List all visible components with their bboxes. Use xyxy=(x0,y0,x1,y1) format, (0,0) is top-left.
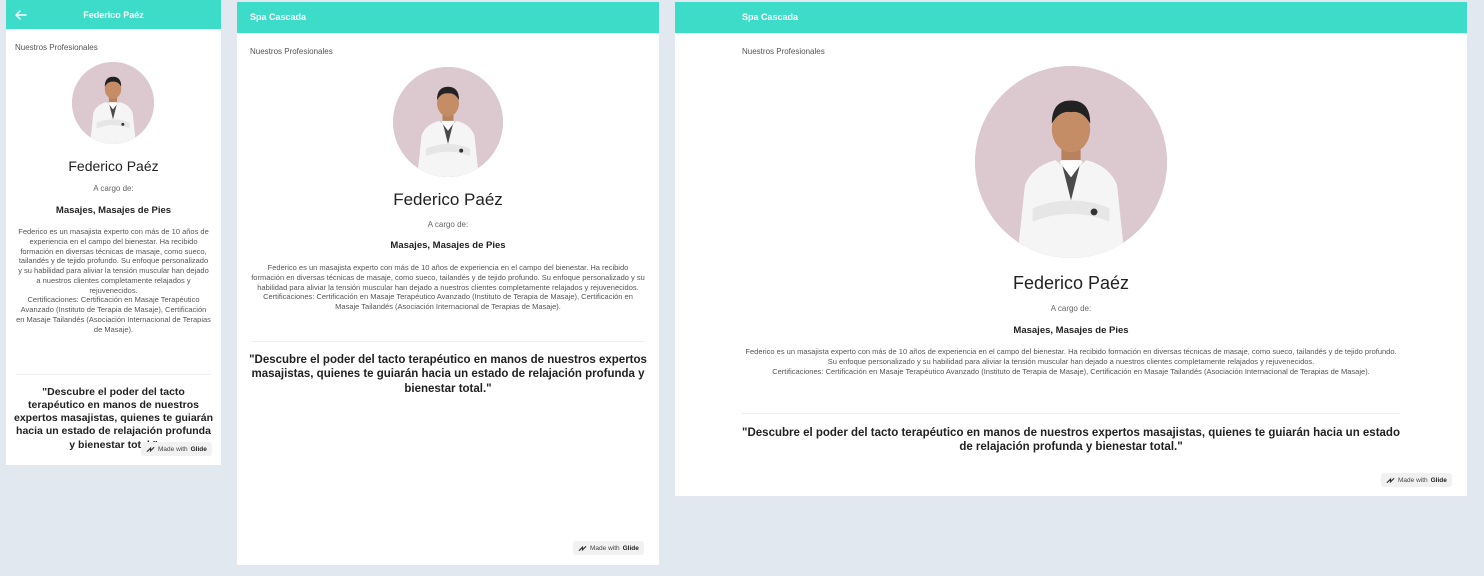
bio-text: Federico es un masajista experto con más… xyxy=(745,347,1397,366)
profile-bio: Federico es un masajista experto con más… xyxy=(251,263,645,312)
app-title[interactable]: Spa Cascada xyxy=(250,12,306,22)
badge-brand: Glide xyxy=(190,445,207,453)
profile-avatar[interactable] xyxy=(393,67,503,177)
glide-bolt-icon xyxy=(578,545,587,551)
badge-prefix: Made with xyxy=(1398,476,1428,484)
made-with-glide-badge[interactable]: Made with Glide xyxy=(141,442,212,456)
quote-text: "Descubre el poder del tacto terapéutico… xyxy=(249,354,647,395)
app-title[interactable]: Spa Cascada xyxy=(742,12,798,22)
divider xyxy=(742,413,1400,414)
profile-avatar[interactable] xyxy=(72,62,154,144)
professional-name: Federico Paéz xyxy=(393,190,503,209)
profile-bio: Federico es un masajista experto con más… xyxy=(742,347,1400,376)
in-charge-label: A cargo de: xyxy=(427,220,469,229)
quote-text: "Descubre el poder del tacto terapéutico… xyxy=(742,427,1400,454)
section-title: Nuestros Profesionales xyxy=(742,47,825,56)
desktop-top-bar: Spa Cascada xyxy=(675,2,1467,33)
professional-name: Federico Paéz xyxy=(1012,273,1130,293)
services-list: Masajes, Masajes de Pies xyxy=(390,240,506,251)
badge-prefix: Made with xyxy=(590,544,620,552)
badge-prefix: Made with xyxy=(158,445,188,453)
certifications-text: Certificaciones: Certificación en Masaje… xyxy=(772,366,1370,376)
in-charge-label: A cargo de: xyxy=(1050,304,1092,313)
certifications-text: Certificaciones: Certificación en Masaje… xyxy=(263,292,633,311)
mobile-top-bar: Federico Paéz xyxy=(6,0,221,29)
services-list: Masajes, Masajes de Pies xyxy=(1013,325,1129,336)
mobile-header-title: Federico Paéz xyxy=(83,10,144,20)
glide-bolt-icon xyxy=(1386,477,1395,483)
section-title: Nuestros Profesionales xyxy=(15,43,98,52)
professional-name: Federico Paéz xyxy=(68,158,159,174)
made-with-glide-badge[interactable]: Made with Glide xyxy=(1381,473,1452,487)
desktop-frame: Spa Cascada Nuestros Profesionales Feder… xyxy=(675,2,1467,496)
divider xyxy=(16,374,211,375)
glide-bolt-icon xyxy=(146,446,155,452)
in-charge-label: A cargo de: xyxy=(93,184,134,193)
badge-brand: Glide xyxy=(622,544,639,552)
bio-text: Federico es un masajista experto con más… xyxy=(18,227,209,295)
badge-brand: Glide xyxy=(1430,476,1447,484)
section-title: Nuestros Profesionales xyxy=(250,47,333,56)
profile-avatar[interactable] xyxy=(975,66,1167,258)
services-list: Masajes, Masajes de Pies xyxy=(55,205,172,216)
tablet-frame: Spa Cascada Nuestros Profesionales Feder… xyxy=(237,2,659,565)
made-with-glide-badge[interactable]: Made with Glide xyxy=(573,541,644,555)
profile-bio: Federico es un masajista experto con más… xyxy=(16,227,211,334)
mobile-frame: Federico Paéz Nuestros Profesionales Fed… xyxy=(6,0,221,465)
bio-text: Federico es un masajista experto con más… xyxy=(251,263,645,292)
divider xyxy=(251,341,645,342)
certifications-text: Certificaciones: Certificación en Masaje… xyxy=(16,295,211,334)
tablet-top-bar: Spa Cascada xyxy=(237,2,659,33)
